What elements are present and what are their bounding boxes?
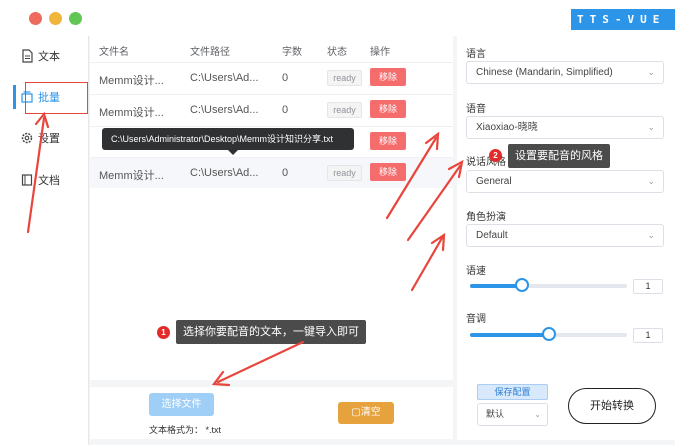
clear-label: 清空	[360, 407, 381, 418]
chevron-down-icon: ⌄	[647, 122, 655, 132]
document-icon	[22, 49, 33, 63]
trash-icon: ▢	[351, 407, 361, 418]
style-value: General	[476, 176, 512, 187]
save-config-button[interactable]: 保存配置	[477, 384, 548, 400]
remove-button[interactable]: 移除	[370, 100, 406, 118]
title-bar: TTS-VUE	[0, 0, 675, 36]
file-path-cell: C:\Users\Ad...	[190, 104, 259, 116]
table-row[interactable]: Memm设计... C:\Users\Ad... 0 ready 移除	[90, 157, 453, 188]
preset-select[interactable]: 默认 ⌄	[477, 403, 548, 426]
column-header-action: 操作	[370, 47, 390, 58]
path-tooltip: C:\Users\Administrator\Desktop\Memm设计知识分…	[102, 128, 354, 155]
language-label: 语言	[466, 49, 486, 60]
close-window-button[interactable]	[29, 12, 42, 25]
chevron-down-icon: ⌄	[534, 410, 541, 419]
chevron-down-icon: ⌄	[647, 176, 655, 186]
annotation-badge-2: 2	[489, 149, 502, 162]
settings-panel: 语言 Chinese (Mandarin, Simplified) ⌄ 语音 X…	[457, 36, 675, 440]
rate-slider[interactable]	[470, 278, 627, 292]
table-row[interactable]: Memm设计... C:\Users\Ad... 0 ready 移除	[90, 94, 453, 125]
style-select[interactable]: General ⌄	[466, 170, 664, 193]
voice-value: Xiaoxiao-晓晓	[476, 122, 538, 133]
remove-button[interactable]: 移除	[370, 132, 406, 150]
role-select[interactable]: Default ⌄	[466, 224, 664, 247]
voice-select[interactable]: Xiaoxiao-晓晓 ⌄	[466, 116, 664, 139]
sidebar-item-docs[interactable]: 文档	[20, 167, 60, 193]
word-count-cell: 0	[282, 167, 289, 179]
file-name-cell: Memm设计...	[99, 170, 164, 182]
book-icon	[21, 174, 33, 186]
bottom-bar: 选择文件 文本格式为： *.txt ▢清空	[90, 387, 453, 439]
status-badge: ready	[327, 102, 362, 118]
sidebar-item-label: 设置	[38, 133, 60, 145]
voice-label: 语音	[466, 104, 486, 115]
annotation-badge-1: 1	[157, 326, 170, 339]
app-brand: TTS-VUE	[571, 9, 675, 30]
remove-button[interactable]: 移除	[370, 163, 406, 181]
clear-button[interactable]: ▢清空	[338, 402, 394, 424]
sidebar-item-settings[interactable]: 设置	[20, 125, 60, 151]
sidebar-item-label: 文本	[38, 51, 60, 63]
role-label: 角色扮演	[466, 212, 506, 223]
language-select[interactable]: Chinese (Mandarin, Simplified) ⌄	[466, 61, 664, 84]
start-convert-button[interactable]: 开始转换	[568, 388, 656, 424]
language-value: Chinese (Mandarin, Simplified)	[476, 67, 613, 78]
column-header-name: 文件名	[99, 47, 129, 58]
column-header-count: 字数	[282, 47, 302, 58]
role-value: Default	[476, 230, 508, 241]
file-path-cell: C:\Users\Ad...	[190, 167, 259, 179]
minimize-window-button[interactable]	[49, 12, 62, 25]
file-name-cell: Memm设计...	[99, 107, 164, 119]
sidebar-item-text[interactable]: 文本	[20, 43, 60, 69]
word-count-cell: 0	[282, 104, 289, 116]
pitch-input[interactable]: 1	[633, 328, 663, 343]
status-badge: ready	[327, 165, 362, 181]
pitch-slider-fill	[470, 333, 549, 337]
status-badge: ready	[327, 70, 362, 86]
file-name-cell: Memm设计...	[99, 75, 164, 87]
rate-label: 语速	[466, 266, 486, 277]
app-window: TTS-VUE 文本 批量 设置 文档 文件名 文件路径 字数 状态 操作 Me…	[0, 0, 675, 445]
highlight-box	[25, 82, 88, 114]
rate-input[interactable]: 1	[633, 279, 663, 294]
annotation-callout-2: 设置要配音的风格	[508, 144, 610, 168]
table-row[interactable]: Memm设计... C:\Users\Ad... 0 ready 移除	[90, 62, 453, 93]
pitch-slider-handle[interactable]	[541, 327, 556, 341]
file-path-cell: C:\Users\Ad...	[190, 72, 259, 84]
maximize-window-button[interactable]	[69, 12, 82, 25]
pitch-label: 音调	[466, 314, 486, 325]
pitch-slider[interactable]	[470, 327, 627, 341]
format-hint: 文本格式为： *.txt	[149, 425, 222, 435]
annotation-callout-1: 选择你要配音的文本，一键导入即可	[176, 320, 366, 344]
choose-file-button[interactable]: 选择文件	[149, 393, 214, 416]
rate-slider-handle[interactable]	[514, 278, 529, 292]
chevron-down-icon: ⌄	[647, 230, 655, 240]
sidebar-item-label: 文档	[38, 175, 60, 187]
remove-button[interactable]: 移除	[370, 68, 406, 86]
table-header: 文件名 文件路径 字数 状态 操作	[90, 36, 453, 62]
column-header-status: 状态	[327, 47, 347, 58]
gear-icon	[21, 132, 33, 144]
column-header-path: 文件路径	[190, 47, 230, 58]
chevron-down-icon: ⌄	[647, 67, 655, 77]
preset-value: 默认	[486, 409, 505, 419]
word-count-cell: 0	[282, 72, 289, 84]
